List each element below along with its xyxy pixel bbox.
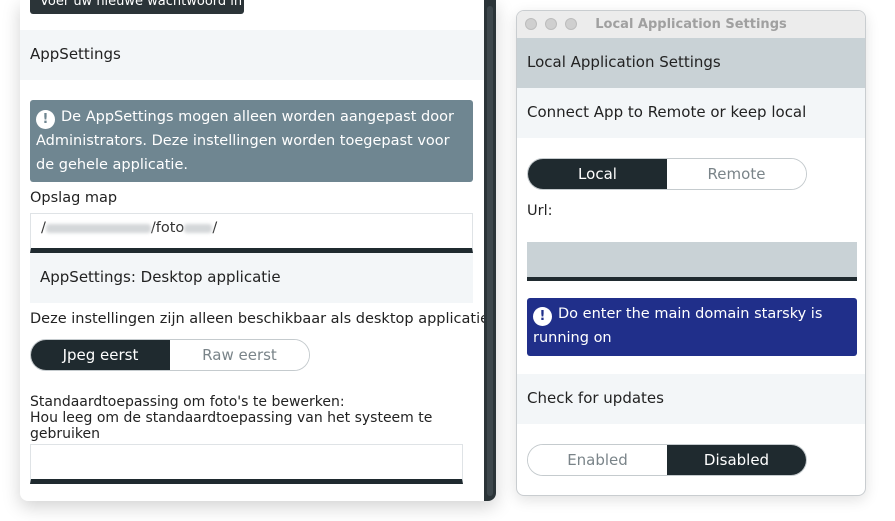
image-order-toggle[interactable]: Jpeg eerst Raw eerst — [30, 339, 310, 371]
url-field[interactable] — [527, 242, 857, 281]
redacted-path — [45, 223, 151, 233]
url-label: Url: — [527, 203, 553, 219]
editor-path-field[interactable] — [30, 444, 463, 484]
appsettings-title: AppSettings — [30, 45, 121, 63]
appsettings-section-header: AppSettings — [20, 30, 484, 80]
editor-label-line1: Standaardtoepassing om foto's te bewerke… — [30, 394, 345, 410]
desktop-section-title: AppSettings: Desktop applicatie — [40, 268, 281, 286]
title-bar[interactable]: Local Application Settings — [517, 11, 865, 39]
storage-mid: /foto — [150, 220, 185, 236]
updates-toggle[interactable]: Enabled Disabled — [527, 444, 807, 476]
new-password-button[interactable]: Voer uw nieuwe wachtwoord in — [30, 0, 244, 14]
domain-warning-text: Do enter the main domain starsky is runn… — [533, 306, 823, 346]
local-settings-window: Local Application Settings Local Applica… — [516, 10, 866, 496]
appsettings-window: Voer uw nieuwe wachtwoord in AppSettings… — [20, 0, 496, 501]
window-title: Local Application Settings — [595, 17, 787, 32]
storage-suffix: / — [212, 220, 218, 236]
updates-section-header: Check for updates — [517, 374, 865, 424]
connection-toggle[interactable]: Local Remote — [527, 158, 807, 190]
scrollbar[interactable] — [484, 0, 496, 501]
storage-label: Opslag map — [30, 190, 118, 206]
storage-folder-field[interactable]: //foto / — [30, 213, 473, 253]
editor-label-line2: Hou leeg om de standaardtoepassing van h… — [30, 410, 433, 442]
toggle-remote[interactable]: Remote — [667, 159, 806, 189]
editor-label: Standaardtoepassing om foto's te bewerke… — [30, 394, 450, 442]
domain-warning: ! Do enter the main domain starsky is run… — [527, 298, 857, 356]
redacted-path-2 — [184, 223, 213, 233]
alert-icon: ! — [533, 307, 552, 326]
desktop-section-header: AppSettings: Desktop applicatie — [30, 253, 473, 303]
scrollbar-thumb[interactable] — [487, 6, 493, 496]
admin-notice: ! De AppSettings mogen alleen worden aang… — [30, 100, 473, 182]
toggle-raw-first[interactable]: Raw eerst — [170, 340, 309, 370]
toggle-jpeg-first[interactable]: Jpeg eerst — [31, 340, 170, 370]
local-settings-header: Local Application Settings — [517, 38, 865, 88]
admin-notice-text: De AppSettings mogen alleen worden aange… — [36, 109, 454, 173]
storage-folder-value: //foto / — [41, 220, 217, 236]
desktop-note: Deze instellingen zijn alleen beschikbaa… — [30, 311, 490, 327]
info-icon: ! — [36, 110, 55, 129]
toggle-local[interactable]: Local — [528, 159, 667, 189]
toggle-disabled[interactable]: Disabled — [667, 445, 806, 475]
toggle-enabled[interactable]: Enabled — [528, 445, 667, 475]
connect-section-header: Connect App to Remote or keep local — [517, 88, 865, 138]
